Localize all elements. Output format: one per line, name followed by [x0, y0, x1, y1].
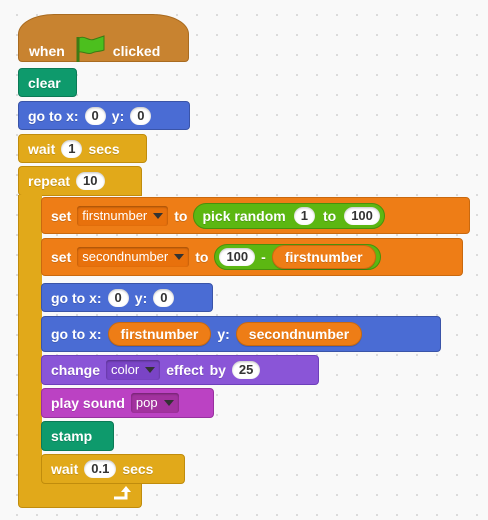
subtract-reporter[interactable]: 100 - firstnumber — [214, 244, 381, 270]
to-label: to — [174, 207, 188, 224]
wait-block[interactable]: wait 0.1 secs — [41, 454, 185, 484]
set-secondnumber-block[interactable]: set secondnumber to 100 - firstnumber — [41, 238, 463, 276]
wait-block[interactable]: wait 1 secs — [18, 134, 147, 163]
set-label: set — [51, 249, 72, 265]
when-label: when — [29, 42, 65, 59]
effect-dropdown[interactable]: color — [106, 360, 161, 380]
variable-dropdown[interactable]: firstnumber — [77, 205, 169, 226]
y-label: y: — [217, 326, 230, 342]
clear-block[interactable]: clear — [18, 68, 77, 97]
stamp-block[interactable]: stamp — [41, 421, 114, 451]
pick-random-reporter[interactable]: pick random 1 to 100 — [193, 202, 385, 229]
repeat-footer — [18, 480, 142, 508]
repeat-header[interactable]: repeat 10 — [18, 166, 142, 196]
wait-seconds-input[interactable]: 1 — [61, 139, 83, 158]
change-effect-block[interactable]: change color effect by 25 — [41, 355, 319, 385]
variable-name: firstnumber — [82, 207, 148, 223]
chevron-down-icon — [163, 400, 174, 406]
y-label: y: — [111, 107, 125, 124]
clicked-label: clicked — [112, 42, 161, 59]
y-input[interactable]: 0 — [130, 106, 152, 125]
change-label: change — [51, 362, 101, 378]
go-to-xy-block[interactable]: go to x: 0 y: 0 — [18, 101, 190, 130]
to-label: to — [195, 249, 209, 265]
subtract-left-input[interactable]: 100 — [219, 248, 256, 266]
random-max-input[interactable]: 100 — [344, 206, 380, 225]
pick-random-label: pick random — [202, 207, 286, 224]
play-sound-label: play sound — [51, 395, 125, 411]
variable-dropdown[interactable]: secondnumber — [77, 247, 190, 267]
firstnumber-reporter[interactable]: firstnumber — [271, 245, 376, 269]
y-input[interactable]: 0 — [153, 288, 175, 307]
when-flag-clicked-block[interactable]: when clicked — [18, 14, 189, 62]
play-sound-block[interactable]: play sound pop — [41, 388, 214, 418]
stamp-label: stamp — [51, 428, 93, 444]
firstnumber-reporter[interactable]: firstnumber — [107, 322, 212, 346]
sound-dropdown[interactable]: pop — [130, 393, 179, 413]
secondnumber-reporter[interactable]: secondnumber — [235, 322, 363, 346]
go-to-label: go to x: — [28, 107, 79, 124]
x-input[interactable]: 0 — [107, 288, 129, 307]
minus-label: - — [261, 249, 266, 265]
effect-name: color — [111, 362, 140, 377]
repeat-arm — [18, 195, 42, 481]
loop-arrow-icon — [111, 484, 133, 507]
variable-name: secondnumber — [82, 249, 169, 264]
y-label: y: — [134, 289, 148, 306]
repeat-label: repeat — [28, 173, 71, 189]
chevron-down-icon — [153, 212, 164, 219]
random-from-input[interactable]: 1 — [293, 206, 315, 225]
by-label: by — [209, 362, 226, 378]
set-label: set — [51, 207, 72, 224]
x-input[interactable]: 0 — [84, 106, 106, 125]
go-to-label: go to x: — [51, 289, 102, 306]
repeat-count-input[interactable]: 10 — [76, 172, 105, 190]
wait-label: wait — [51, 461, 79, 477]
clear-label: clear — [28, 74, 61, 91]
wait-seconds-input[interactable]: 0.1 — [84, 460, 117, 478]
green-flag-icon — [73, 35, 105, 66]
go-to-xy-block[interactable]: go to x: 0 y: 0 — [41, 283, 213, 312]
chevron-down-icon — [174, 254, 185, 260]
wait-label: wait — [28, 140, 56, 157]
set-firstnumber-block[interactable]: set firstnumber to pick random 1 to 100 — [41, 197, 470, 234]
go-to-variables-block[interactable]: go to x: firstnumber y: secondnumber — [41, 316, 441, 352]
effect-label: effect — [166, 362, 204, 378]
sound-name: pop — [135, 395, 158, 410]
secs-label: secs — [122, 461, 154, 477]
secs-label: secs — [88, 140, 120, 157]
random-to-label: to — [322, 207, 337, 224]
chevron-down-icon — [145, 367, 156, 373]
go-to-label: go to x: — [51, 326, 102, 342]
effect-amount-input[interactable]: 25 — [231, 361, 261, 379]
